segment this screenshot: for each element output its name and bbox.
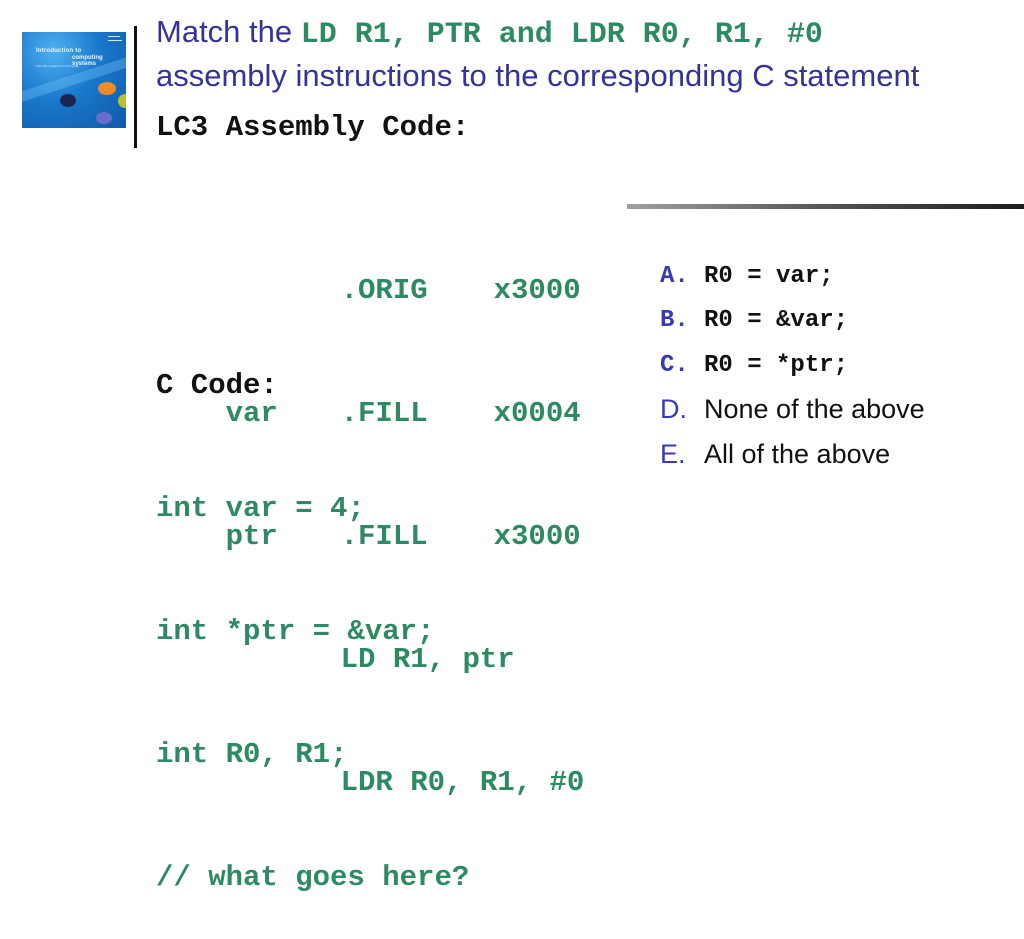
c-code-line: int var = 4;	[156, 492, 365, 525]
c-code-line: // what goes here?	[156, 861, 470, 894]
option-letter: D.	[660, 394, 687, 425]
cover-authors	[108, 35, 124, 43]
asm-arg: x3000	[493, 520, 581, 553]
option-letter: B.	[660, 307, 689, 335]
answer-options: A. R0 = var; B. R0 = &var; C. R0 = *ptr;…	[660, 254, 925, 477]
book-cover-image: Introduction to computing systems from b…	[22, 32, 126, 128]
option-text: R0 = &var;	[704, 307, 849, 335]
c-code-heading: C Code:	[156, 369, 278, 402]
option-letter: A.	[660, 262, 689, 290]
assembly-heading: LC3 Assembly Code:	[156, 111, 470, 144]
option-letter: C.	[660, 351, 689, 379]
horizontal-divider	[627, 204, 1024, 209]
option-e: E. All of the above	[660, 432, 925, 477]
option-text: None of the above	[704, 394, 925, 425]
asm-arg: x0004	[493, 397, 581, 430]
c-code-line: int *ptr = &var;	[156, 615, 435, 648]
option-text: All of the above	[704, 438, 891, 469]
asm-arg: x3000	[493, 274, 581, 307]
slide-title: Match the LD R1, PTR and LDR R0, R1, #0 …	[156, 10, 1016, 98]
option-text: R0 = *ptr;	[704, 351, 849, 379]
option-letter: E.	[660, 438, 686, 469]
title-code: LD R1, PTR and LDR R0, R1, #0	[300, 18, 823, 52]
cover-subtitle: from bits & gates to C & beyond	[36, 64, 79, 68]
option-d: D. None of the above	[660, 388, 925, 433]
vertical-divider	[134, 26, 137, 148]
asm-op: .ORIG	[340, 274, 428, 307]
c-code-line: int R0, R1;	[156, 738, 348, 771]
title-prefix: Match the	[156, 14, 301, 49]
cover-title-line2: computing systems	[72, 55, 103, 67]
option-c: C. R0 = *ptr;	[660, 343, 925, 388]
c-code-block: int var = 4; int *ptr = &var; int R0, R1…	[156, 406, 469, 939]
cover-title-line1: Introduction to	[36, 48, 82, 54]
option-a: A. R0 = var;	[660, 254, 925, 299]
cover-dark-circle	[60, 94, 76, 107]
cover-orange-circle	[98, 82, 116, 95]
assembly-line: .ORIG x3000	[156, 229, 584, 307]
option-text: R0 = var;	[704, 262, 834, 290]
cover-purple-circle	[96, 112, 112, 124]
cover-lime-circle	[118, 94, 126, 108]
title-suffix: assembly instructions to the correspondi…	[156, 58, 920, 93]
option-b: B. R0 = &var;	[660, 299, 925, 344]
